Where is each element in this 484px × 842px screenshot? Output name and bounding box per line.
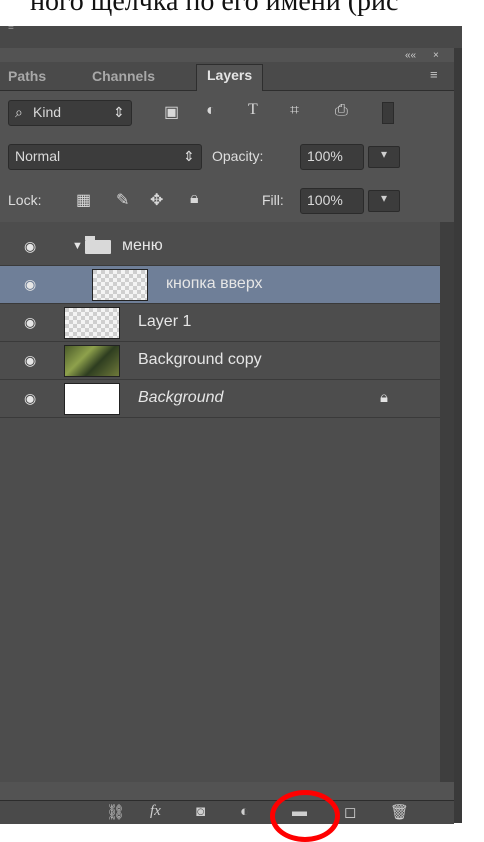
visibility-eye-icon[interactable]: ◉ — [24, 238, 36, 255]
layer-name[interactable]: Layer 1 — [138, 313, 191, 331]
filter-pixel-icon[interactable]: ▣ — [164, 102, 179, 122]
visibility-eye-icon[interactable]: ◉ — [24, 352, 36, 369]
caption-text: ного щелчка по его имени (рис — [30, 0, 399, 17]
opacity-value: 100% — [307, 148, 343, 164]
lock-image-pixels-icon[interactable]: ✎ — [116, 190, 129, 210]
layers-scrollbar[interactable] — [440, 222, 454, 782]
lock-position-icon[interactable]: ✥ — [150, 190, 163, 210]
fill-field[interactable]: 100% — [300, 188, 364, 214]
filter-toggle-switch[interactable] — [382, 102, 394, 124]
opacity-label: Opacity: — [212, 148, 264, 164]
filter-smart-object-icon[interactable]: ⎙ — [335, 102, 348, 120]
filter-row: ⌕ Kind ⇕ ▣ ◐ T ⌗ ⎙ — [0, 98, 440, 130]
fill-dropdown-button[interactable]: ▾ — [368, 190, 400, 212]
fill-value: 100% — [307, 192, 343, 208]
lock-all-icon[interactable]: 🔒︎ — [190, 190, 199, 208]
chevron-down-icon: ▾ — [380, 147, 388, 161]
search-icon: ⌕ — [15, 104, 23, 120]
fill-label: Fill: — [262, 192, 284, 208]
layer-thumbnail-icon — [64, 383, 120, 415]
blend-mode-value: Normal — [15, 148, 61, 164]
lock-label: Lock: — [8, 192, 42, 208]
disclosure-triangle-icon[interactable]: ▼ — [72, 240, 83, 252]
lock-transparent-pixels-icon[interactable]: ▦ — [76, 190, 91, 210]
dropdown-arrows-icon: ⇕ — [113, 104, 125, 120]
panel-tabs: Paths Channels Layers ≡ — [0, 62, 454, 91]
dropdown-arrows-icon: ⇕ — [183, 148, 195, 164]
filter-adjustment-icon[interactable]: ◐ — [206, 102, 216, 120]
opacity-dropdown-button[interactable]: ▾ — [368, 146, 400, 168]
blend-row: Normal ⇕ Opacity: 100% ▾ — [0, 142, 440, 174]
layer-name[interactable]: меню — [122, 237, 163, 255]
collapse-icon[interactable]: «« — [405, 50, 416, 61]
trash-icon[interactable]: 🗑︎ — [390, 803, 409, 821]
tab-paths[interactable]: Paths — [8, 68, 46, 84]
layer-name[interactable]: кнопка вверх — [166, 275, 263, 293]
layer-thumbnail-icon — [64, 307, 120, 339]
filter-kind-select[interactable]: ⌕ Kind ⇕ — [8, 100, 132, 126]
layer-row-selected[interactable]: ◉ кнопка вверх — [0, 266, 440, 304]
visibility-eye-icon[interactable]: ◉ — [24, 390, 36, 407]
filter-shape-icon[interactable]: ⌗ — [290, 102, 299, 120]
layer-name[interactable]: Background copy — [138, 351, 262, 369]
opacity-field[interactable]: 100% — [300, 144, 364, 170]
layer-row[interactable]: ◉ Background 🔒︎ — [0, 380, 440, 418]
page-right-margin — [462, 26, 484, 823]
layer-name[interactable]: Background — [138, 389, 223, 407]
link-layers-icon[interactable]: ⛓ — [106, 803, 125, 821]
tab-layers[interactable]: Layers — [196, 64, 264, 91]
close-icon[interactable]: × — [433, 50, 439, 61]
filter-type-icon[interactable]: T — [248, 101, 258, 119]
panel-menu-icon[interactable]: ≡ — [430, 67, 438, 82]
chevron-down-icon: ▾ — [380, 191, 388, 205]
layer-group-row[interactable]: ◉ ▼ меню — [0, 228, 440, 266]
highlight-circle — [270, 790, 340, 842]
blend-mode-select[interactable]: Normal ⇕ — [8, 144, 202, 170]
layer-thumbnail-icon — [64, 345, 120, 377]
layers-list: ◉ ▼ меню ◉ кнопка вверх ◉ Layer 1 ◉ Back… — [0, 222, 440, 782]
lock-icon: 🔒︎ — [380, 389, 388, 406]
layer-row[interactable]: ◉ Background copy — [0, 342, 440, 380]
lock-row: Lock: ▦ ✎ ✥ 🔒︎ Fill: 100% ▾ — [0, 186, 440, 218]
layer-thumbnail-icon — [92, 269, 148, 301]
adjustment-layer-icon[interactable]: ◐ — [240, 803, 249, 820]
filter-kind-label: Kind — [33, 104, 62, 120]
add-mask-icon[interactable]: ◙ — [196, 803, 205, 820]
layers-bottom-toolbar: ⛓ fx ◙ ◐ ▬ ◻ 🗑︎ — [0, 800, 454, 824]
new-layer-icon[interactable]: ◻ — [344, 803, 356, 821]
folder-icon — [85, 236, 111, 254]
layer-row[interactable]: ◉ Layer 1 — [0, 304, 440, 342]
visibility-eye-icon[interactable]: ◉ — [24, 314, 36, 331]
visibility-eye-icon[interactable]: ◉ — [24, 276, 36, 293]
document-caption: ного щелчка по его имени (рис — [0, 0, 484, 26]
fx-icon[interactable]: fx — [150, 803, 161, 820]
tab-channels[interactable]: Channels — [92, 68, 155, 84]
